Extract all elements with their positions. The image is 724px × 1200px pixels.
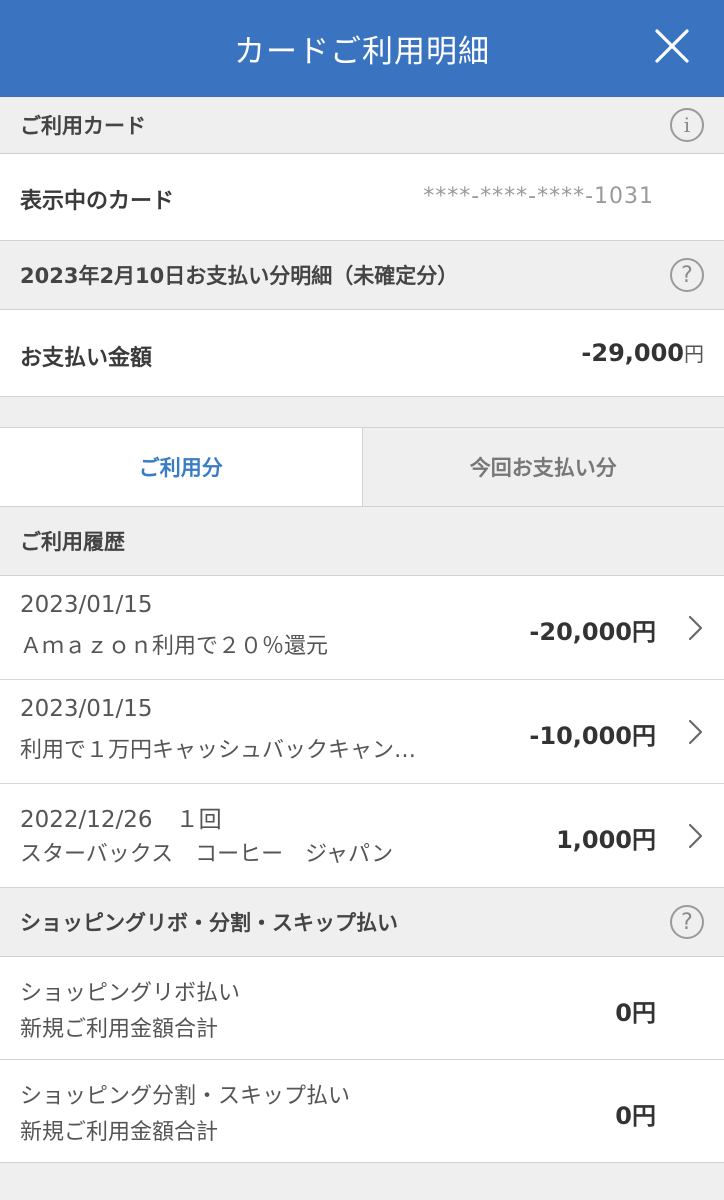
history-item-date: 2022/12/26 １回 bbox=[20, 807, 222, 833]
payment-amount-value: -29,000 bbox=[581, 339, 684, 367]
payment-amount-row: お支払い金額 -29,000円 bbox=[0, 310, 724, 397]
statement-section-header: 2023年2月10日お支払い分明細（未確定分） ? bbox=[0, 241, 724, 310]
summary-subtitle: 新規ご利用金額合計 bbox=[20, 1017, 219, 1042]
chevron-right-icon bbox=[688, 719, 703, 745]
payment-amount-currency: 円 bbox=[684, 342, 704, 366]
history-item-description: スターバックス コーヒー ジャパン bbox=[20, 842, 394, 867]
card-number: ****-****-****-1031 bbox=[423, 184, 654, 209]
displayed-card-row: 表示中のカード ****-****-****-1031 bbox=[0, 154, 724, 241]
displayed-card-label: 表示中のカード bbox=[20, 189, 175, 214]
close-icon bbox=[655, 29, 689, 63]
history-item-amount: -10,000円 bbox=[529, 722, 656, 750]
close-button[interactable] bbox=[652, 26, 692, 66]
tab-current-payment[interactable]: 今回お支払い分 bbox=[361, 428, 724, 506]
revolving-section-header: ショッピングリボ・分割・スキップ払い ? bbox=[0, 888, 724, 957]
summary-amount: 0円 bbox=[615, 999, 656, 1027]
history-item-description: 利用で１万円キャッシュバックキャン… bbox=[20, 738, 417, 763]
summary-subtitle: 新規ご利用金額合計 bbox=[20, 1120, 219, 1145]
history-section-label: ご利用履歴 bbox=[20, 530, 125, 554]
payment-amount-label: お支払い金額 bbox=[20, 346, 153, 371]
history-item-date: 2023/01/15 bbox=[20, 696, 153, 722]
history-item[interactable]: 2022/12/26 １回 スターバックス コーヒー ジャパン 1,000円 bbox=[0, 784, 724, 888]
tab-usage[interactable]: ご利用分 bbox=[0, 428, 362, 506]
statement-section-label: 2023年2月10日お支払い分明細（未確定分） bbox=[20, 264, 459, 288]
history-item[interactable]: 2023/01/15 Ａｍａｚｏｎ利用で２０％還元 -20,000円 bbox=[0, 576, 724, 680]
help-icon[interactable]: ? bbox=[670, 905, 704, 939]
chevron-right-icon bbox=[688, 823, 703, 849]
app-header: カードご利用明細 bbox=[0, 0, 724, 97]
page-title: カードご利用明細 bbox=[234, 34, 490, 70]
installment-summary-row: ショッピング分割・スキップ払い 新規ご利用金額合計 0円 bbox=[0, 1060, 724, 1163]
chevron-right-icon bbox=[688, 615, 703, 641]
history-item-amount: 1,000円 bbox=[556, 826, 656, 854]
help-icon[interactable]: ? bbox=[670, 258, 704, 292]
summary-title: ショッピング分割・スキップ払い bbox=[20, 1084, 351, 1109]
history-item[interactable]: 2023/01/15 利用で１万円キャッシュバックキャン… -10,000円 bbox=[0, 680, 724, 784]
history-section-header: ご利用履歴 bbox=[0, 507, 724, 576]
info-icon[interactable]: i bbox=[670, 108, 704, 142]
tab-bar: ご利用分 今回お支払い分 bbox=[0, 427, 724, 507]
summary-amount: 0円 bbox=[615, 1102, 656, 1130]
summary-title: ショッピングリボ払い bbox=[20, 981, 241, 1006]
card-section-header: ご利用カード i bbox=[0, 97, 724, 154]
history-item-amount: -20,000円 bbox=[529, 618, 656, 646]
history-item-date: 2023/01/15 bbox=[20, 592, 153, 618]
revolving-summary-row: ショッピングリボ払い 新規ご利用金額合計 0円 bbox=[0, 957, 724, 1060]
payment-amount: -29,000円 bbox=[581, 338, 704, 367]
history-item-description: Ａｍａｚｏｎ利用で２０％還元 bbox=[20, 634, 329, 659]
card-section-label: ご利用カード bbox=[20, 114, 146, 138]
revolving-section-label: ショッピングリボ・分割・スキップ払い bbox=[20, 911, 398, 935]
